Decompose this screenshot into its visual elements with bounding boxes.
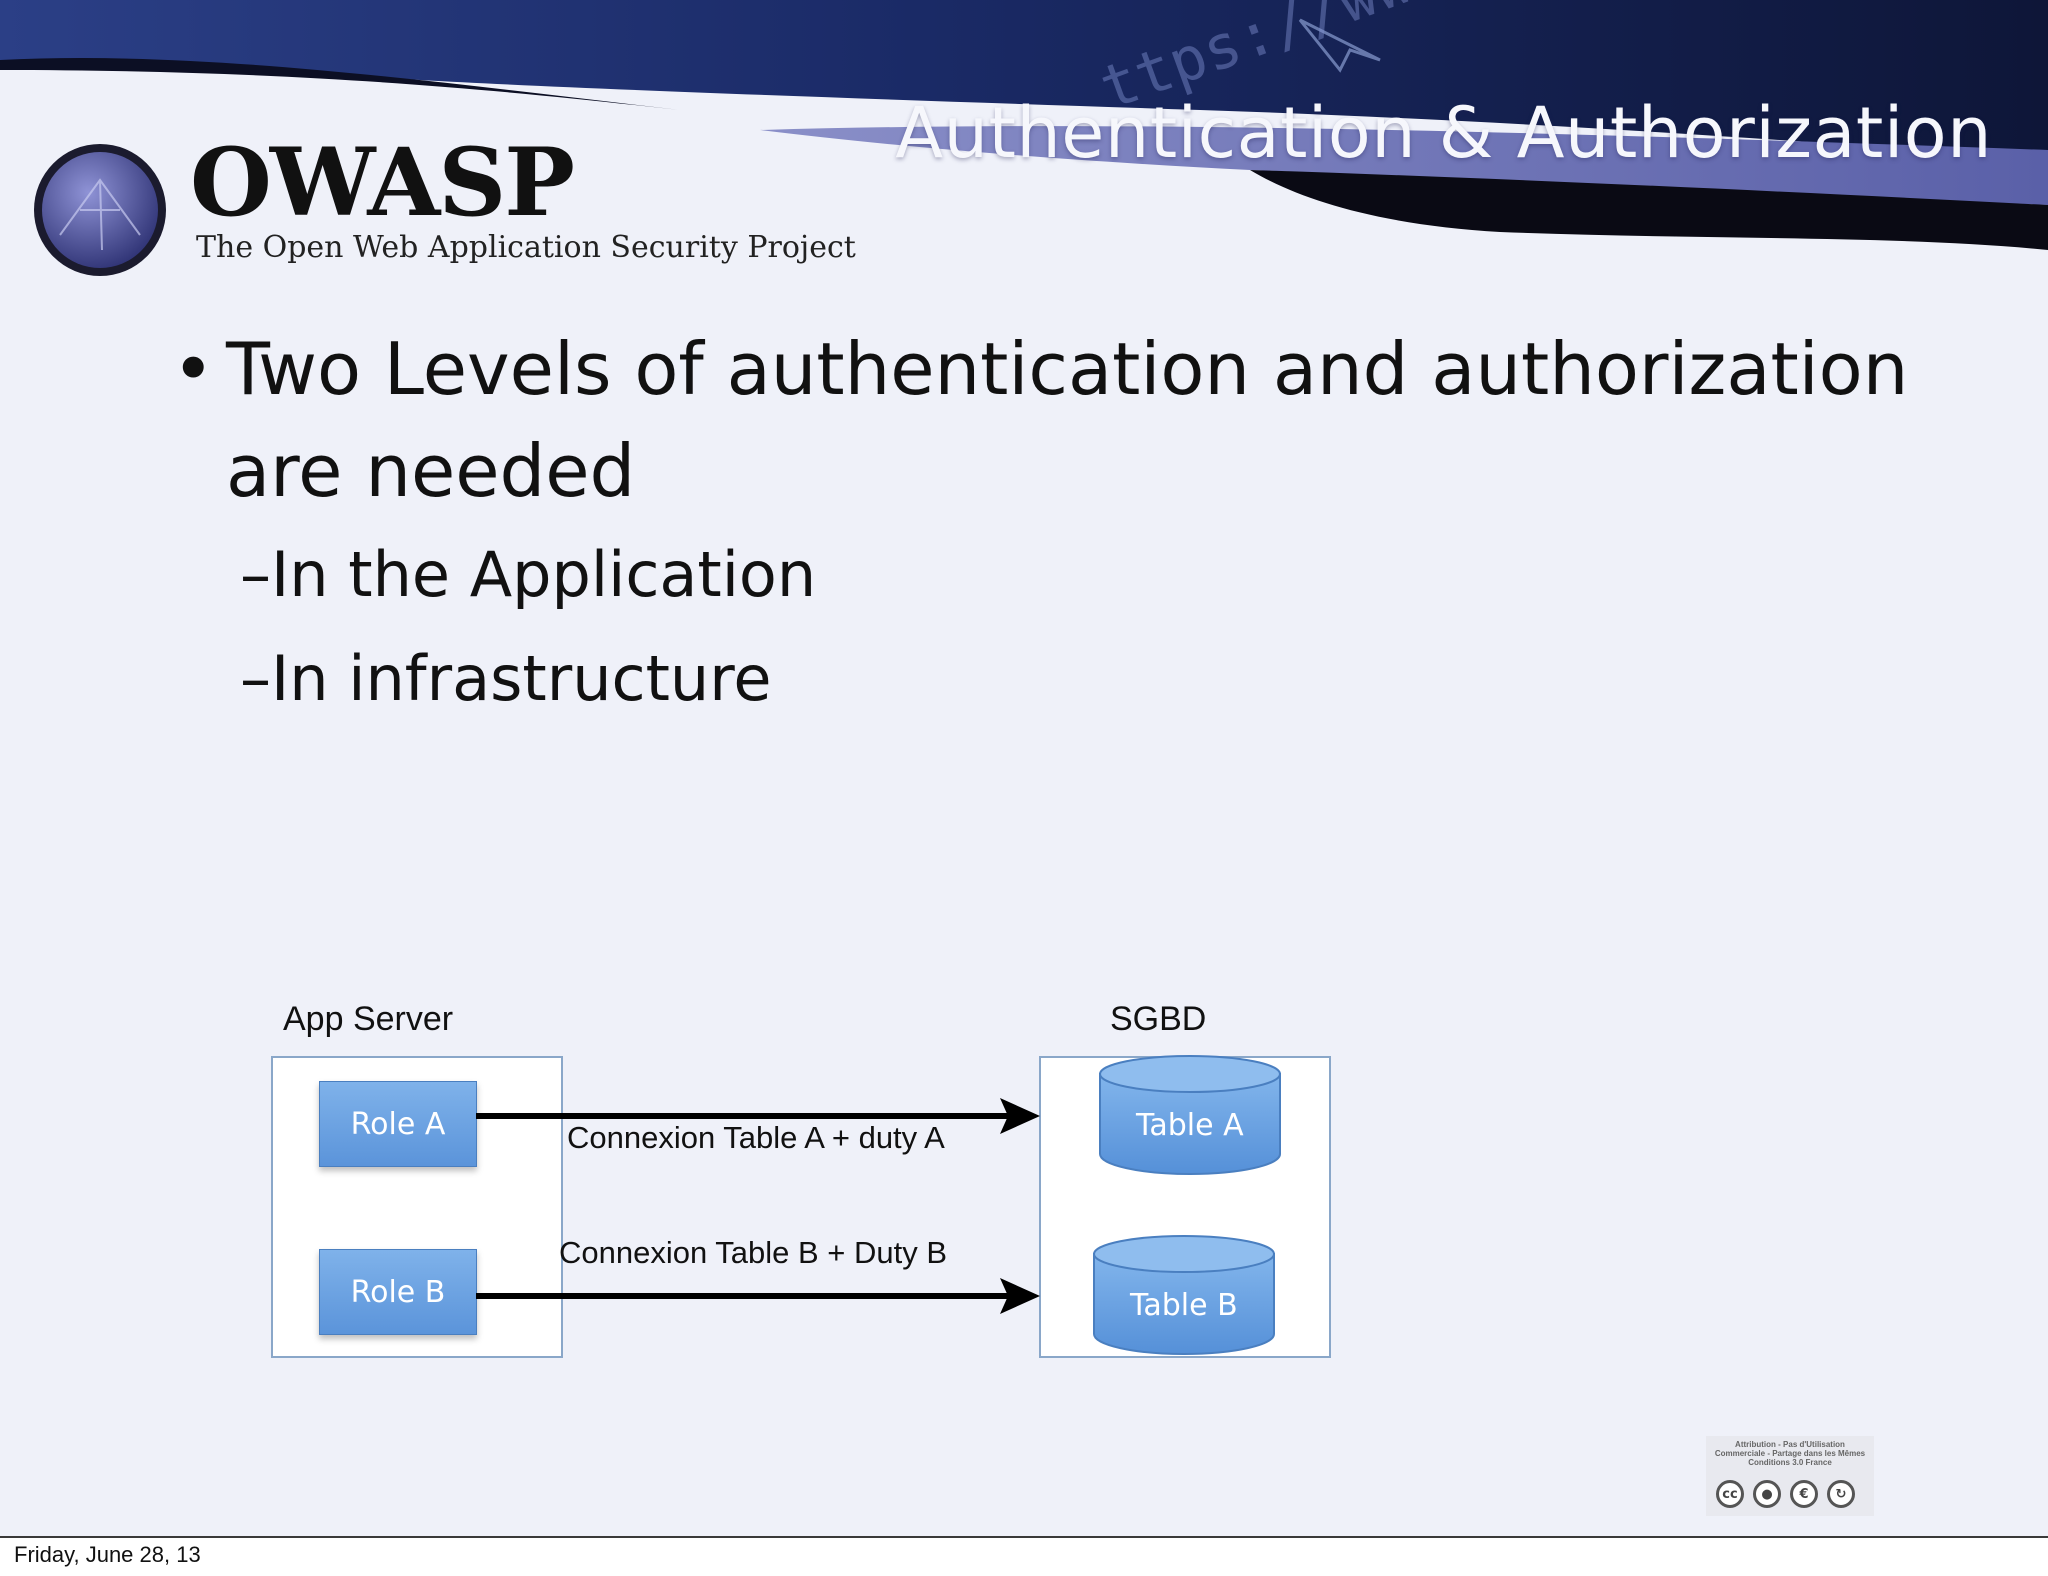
creative-commons-badge: Attribution - Pas d'Utilisation Commerci…: [1706, 1436, 1874, 1516]
slide-title: Authentication & Authorization: [895, 92, 1992, 174]
sub-bullet-text: In infrastructure: [271, 642, 772, 715]
footer-date: Friday, June 28, 13: [14, 1542, 201, 1567]
logo-tagline: The Open Web Application Security Projec…: [196, 230, 856, 265]
share-alike-icon: ↻: [1827, 1480, 1855, 1508]
slide: ttps://ww Authentication & Authorization…: [0, 0, 2048, 1538]
connection-a-label: Connexion Table A + duty A: [567, 1120, 945, 1155]
noncommercial-icon: €: [1790, 1480, 1818, 1508]
sgbd-label: SGBD: [1110, 1000, 1207, 1038]
connection-b-label: Connexion Table B + Duty B: [559, 1235, 948, 1270]
sub-bullet-item: –In the Application: [240, 538, 816, 611]
bullet-text-line-2: are needed: [226, 429, 636, 513]
table-b-label: Table B: [1130, 1288, 1238, 1323]
bullet-text-line-1: Two Levels of authentication and authori…: [226, 327, 1909, 411]
bullet-dot: •: [172, 327, 215, 411]
sub-bullet-item: –In infrastructure: [240, 642, 771, 715]
cc-icon: cc: [1716, 1480, 1744, 1508]
role-a-box: Role A: [319, 1081, 477, 1167]
sub-bullet-text: In the Application: [271, 538, 817, 611]
arrow-head-a-icon: [1000, 1098, 1040, 1134]
bullet-text: Two Levels of authentication and authori…: [226, 318, 1908, 522]
attribution-icon: ●: [1753, 1480, 1781, 1508]
table-a-label: Table A: [1136, 1108, 1244, 1143]
sub-bullet-dash: –: [240, 538, 271, 611]
app-server-label: App Server: [283, 1000, 454, 1038]
logo-wordmark: OWASP: [190, 128, 575, 238]
sub-bullet-dash: –: [240, 642, 271, 715]
arrow-head-b-icon: [1000, 1278, 1040, 1314]
license-text: Attribution - Pas d'Utilisation Commerci…: [1714, 1440, 1866, 1467]
role-b-box: Role B: [319, 1249, 477, 1335]
owasp-logo-icon: [34, 144, 166, 276]
